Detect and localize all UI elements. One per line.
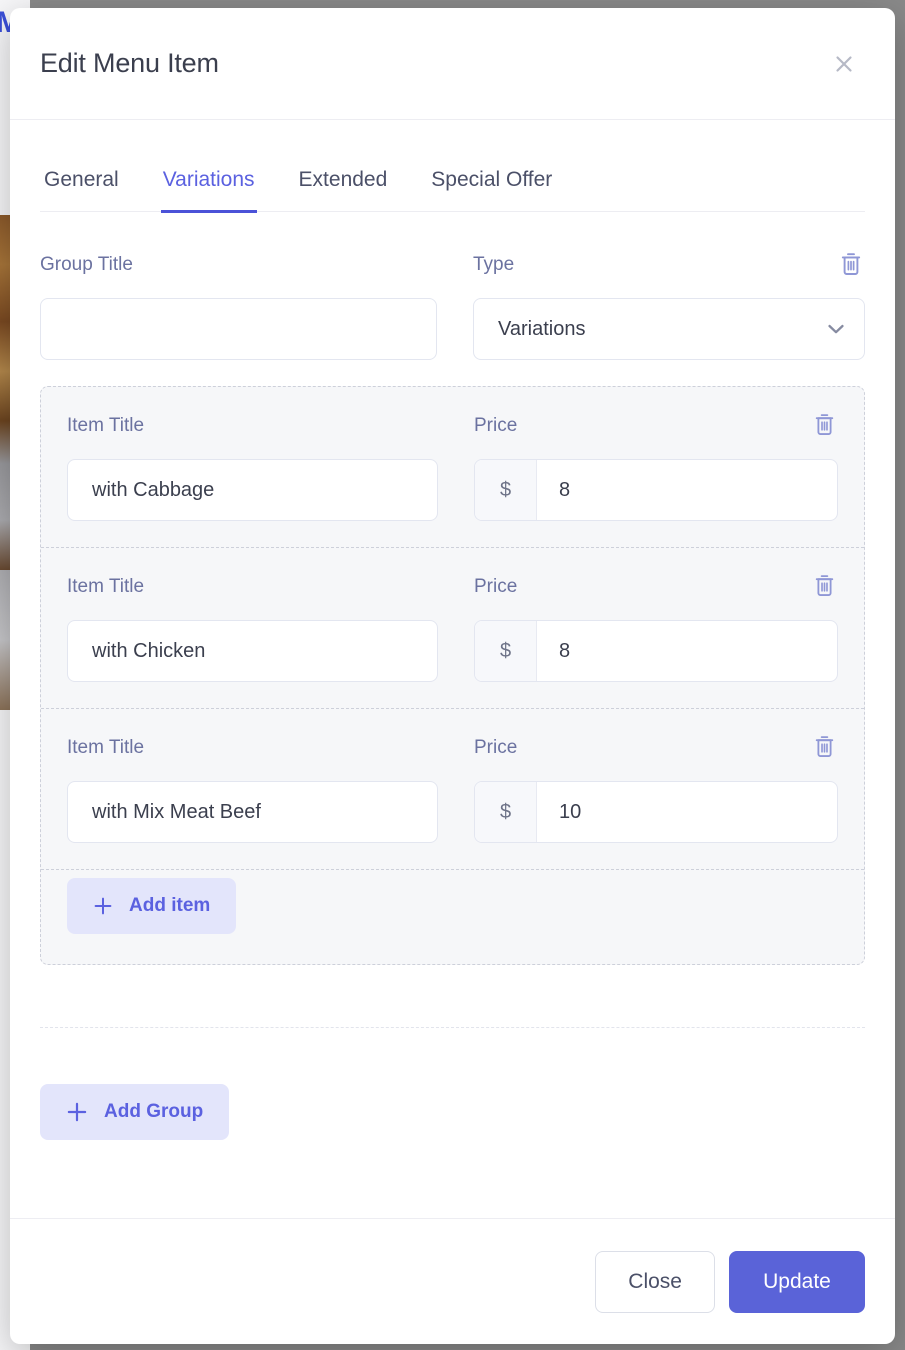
add-item-button[interactable]: Add item: [67, 878, 237, 934]
add-item-label: Add item: [129, 895, 211, 916]
group-type-select-wrap: Variations: [473, 298, 865, 360]
item-title-label: Item Title: [67, 576, 145, 597]
tab-extended[interactable]: Extended: [297, 168, 390, 213]
tab-variations[interactable]: Variations: [160, 168, 257, 213]
item-price-label-row: Price: [474, 574, 838, 600]
item-price-input-group: $: [474, 620, 838, 682]
table-row: Item Title Price: [41, 709, 864, 870]
item-title-input[interactable]: [67, 620, 438, 682]
page-title: Edit Menu Item: [40, 48, 219, 78]
close-button[interactable]: Close: [595, 1250, 715, 1313]
group-title-field: Group Title: [40, 252, 437, 360]
item-price-input[interactable]: [537, 460, 837, 520]
table-row: Item Title Price: [41, 548, 864, 709]
modal-header: Edit Menu Item: [10, 8, 895, 120]
modal-body: General Variations Extended Special Offe…: [10, 120, 895, 1218]
trash-icon: [814, 413, 835, 439]
item-title-label: Item Title: [67, 415, 145, 436]
group-type-select[interactable]: Variations: [473, 298, 865, 360]
item-price-label-row: Price: [474, 413, 838, 439]
plus-icon: [93, 896, 113, 916]
delete-item-button[interactable]: [810, 573, 838, 601]
edit-menu-item-modal: Edit Menu Item General Variations Extend…: [10, 8, 895, 1344]
item-title-input[interactable]: [67, 781, 438, 843]
item-price-label: Price: [474, 415, 518, 436]
add-group-label: Add Group: [104, 1101, 204, 1122]
item-price-label-row: Price: [474, 735, 838, 761]
group-title-label-row: Group Title: [40, 252, 437, 278]
item-price-label: Price: [474, 576, 518, 597]
group-type-label-row: Type: [473, 252, 865, 278]
add-item-row: Add item: [41, 870, 864, 964]
tab-bar: General Variations Extended Special Offe…: [40, 168, 865, 213]
trash-icon: [814, 574, 835, 600]
item-price-input-group: $: [474, 459, 838, 521]
table-row: Item Title Price: [41, 387, 864, 548]
item-price-input[interactable]: [537, 782, 837, 842]
modal-footer: Close Update: [10, 1218, 895, 1344]
delete-group-button[interactable]: [837, 251, 865, 279]
group-type-selected-value: Variations: [498, 317, 586, 340]
currency-addon: $: [475, 460, 537, 520]
variation-items-group: Item Title Price: [40, 386, 865, 965]
group-type-field: Type Variations: [473, 252, 865, 360]
item-price-input[interactable]: [537, 621, 837, 681]
item-price-field: Price $: [474, 735, 838, 843]
item-price-input-group: $: [474, 781, 838, 843]
delete-item-button[interactable]: [810, 412, 838, 440]
item-title-label-row: Item Title: [67, 574, 438, 600]
item-title-input[interactable]: [67, 459, 438, 521]
group-type-label: Type: [473, 254, 515, 275]
currency-addon: $: [475, 782, 537, 842]
group-title-label: Group Title: [40, 254, 133, 275]
currency-addon: $: [475, 621, 537, 681]
tab-special-offer[interactable]: Special Offer: [429, 168, 554, 213]
close-icon-button[interactable]: [827, 47, 861, 81]
trash-icon: [840, 252, 862, 279]
group-title-input[interactable]: [40, 298, 437, 360]
item-price-field: Price $: [474, 413, 838, 521]
item-title-label: Item Title: [67, 737, 145, 758]
item-title-label-row: Item Title: [67, 735, 438, 761]
item-title-field: Item Title: [67, 574, 438, 682]
item-price-label: Price: [474, 737, 518, 758]
add-group-button[interactable]: Add Group: [40, 1084, 230, 1140]
tab-general[interactable]: General: [42, 168, 121, 213]
trash-icon: [814, 735, 835, 761]
delete-item-button[interactable]: [810, 734, 838, 762]
group-header-row: Group Title Type Variations: [40, 252, 865, 360]
update-button[interactable]: Update: [729, 1250, 865, 1313]
add-group-row: Add Group: [40, 1084, 865, 1140]
plus-icon: [66, 1101, 88, 1123]
close-icon: [831, 51, 857, 77]
item-title-label-row: Item Title: [67, 413, 438, 439]
group-separator: [40, 1027, 865, 1028]
item-title-field: Item Title: [67, 413, 438, 521]
item-title-field: Item Title: [67, 735, 438, 843]
item-price-field: Price $: [474, 574, 838, 682]
